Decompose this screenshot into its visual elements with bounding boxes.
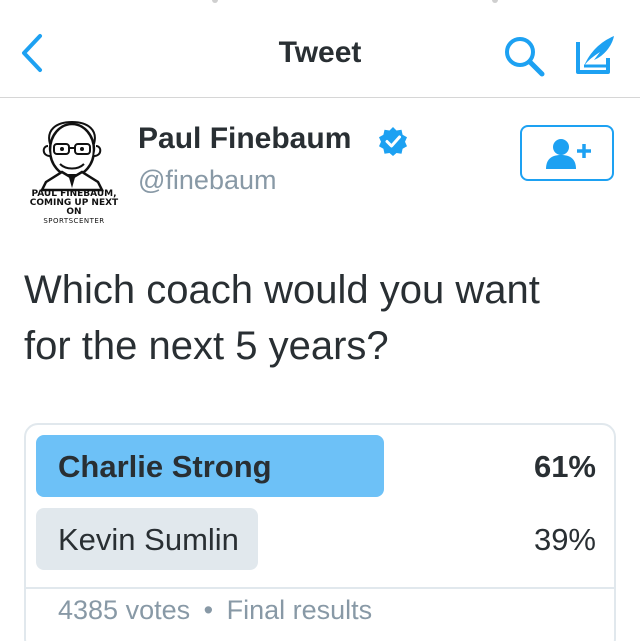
search-button[interactable] [500,32,548,80]
compose-icon [576,36,614,74]
poll-separator: • [203,595,214,625]
tweet-text: Which coach would you want for the next … [24,268,540,368]
poll-footer: 4385 votes • Final results [58,595,372,626]
poll-status: Final results [226,595,373,625]
poll-card: Charlie Strong 61% Kevin Sumlin 39% 4385… [24,423,616,641]
status-bar [0,0,640,12]
compose-button[interactable] [570,30,620,80]
follow-button[interactable] [520,125,614,181]
search-icon [505,37,545,77]
avatar-caption: PAUL FINEBAUM, COMING UP NEXT ON SPORTSC… [29,189,119,226]
navigation-bar: Tweet [0,12,640,98]
tweet-detail-screen: Tweet PAUL FINEBAUM, COMING UP NEXT ON S… [0,0,640,641]
poll-option-label: Kevin Sumlin [58,522,239,557]
author-display-name[interactable]: Paul Finebaum [138,122,351,156]
poll-option: Kevin Sumlin 39% [36,508,606,570]
verified-badge-icon [379,127,407,156]
author-handle[interactable]: @finebaum [138,165,276,196]
poll-option-percent: 39% [533,522,596,557]
poll-divider [26,587,614,589]
add-user-icon [546,139,591,169]
poll-option-percent: 61% [533,449,596,484]
poll-vote-count: 4385 votes [58,595,191,625]
poll-option: Charlie Strong 61% [36,435,606,497]
poll-option-label: Charlie Strong [58,449,272,484]
